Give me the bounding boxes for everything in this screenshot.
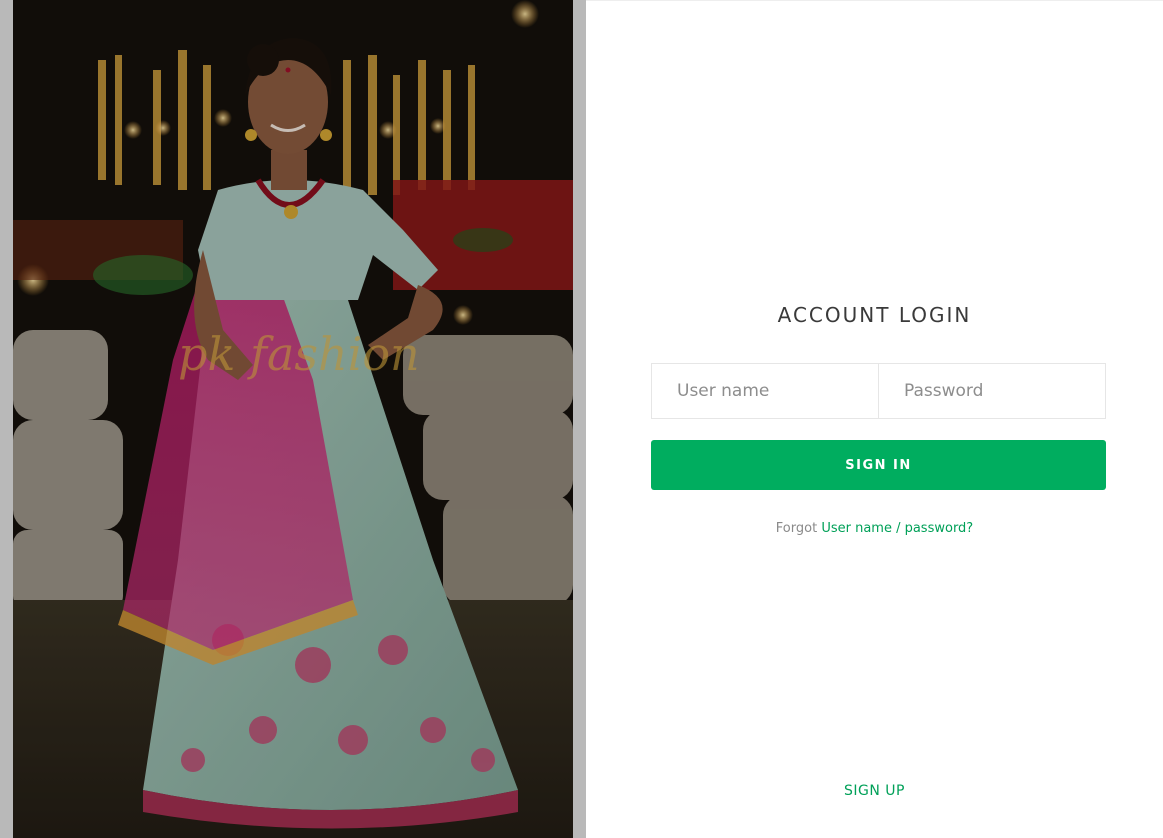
credentials-row [651, 363, 1106, 419]
password-input[interactable] [878, 364, 1105, 418]
signup-area: SIGN UP [586, 783, 1163, 799]
sign-in-button[interactable]: SIGN IN [651, 440, 1106, 490]
forgot-credentials-link[interactable]: User name / password? [821, 521, 973, 536]
login-title: ACCOUNT LOGIN [777, 303, 972, 327]
model-photo-illustration: pk fashion [13, 0, 573, 838]
photo-panel: pk fashion [0, 0, 586, 838]
username-input[interactable] [652, 364, 878, 418]
model-photo: pk fashion [13, 0, 573, 838]
forgot-credentials: Forgot User name / password? [586, 521, 1163, 536]
forgot-prefix: Forgot [775, 521, 818, 536]
sign-up-link[interactable]: SIGN UP [844, 783, 905, 799]
login-page: pk fashion ACCOUNT LOGIN SIGN IN Forgot … [0, 0, 1163, 838]
login-panel: ACCOUNT LOGIN SIGN IN Forgot User name /… [586, 0, 1163, 838]
